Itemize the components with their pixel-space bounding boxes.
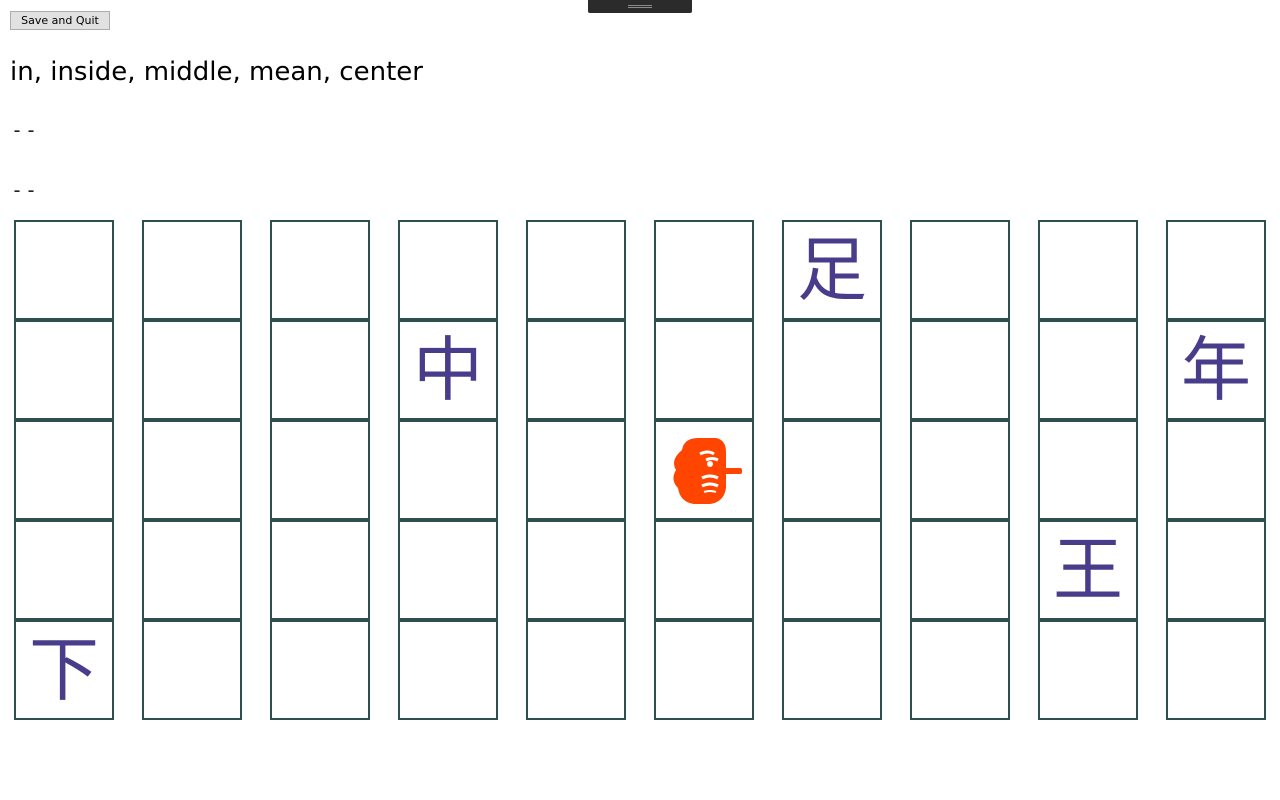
kanji-tile: 中	[413, 329, 483, 411]
onyomi-reading: --	[11, 118, 40, 142]
board-cell[interactable]	[654, 620, 754, 720]
board-cell[interactable]: 下	[14, 620, 114, 720]
board-cell[interactable]	[142, 220, 242, 320]
board-cell[interactable]	[782, 520, 882, 620]
board-cell[interactable]	[526, 520, 626, 620]
board-cell[interactable]	[910, 220, 1010, 320]
board-cell[interactable]	[526, 620, 626, 720]
kanji-tile: 下	[29, 629, 99, 711]
window-drag-handle[interactable]	[588, 0, 692, 13]
kanji-meaning-prompt: in, inside, middle, mean, center	[10, 57, 423, 87]
board-cell[interactable]	[782, 620, 882, 720]
board-cell[interactable]	[398, 520, 498, 620]
board-cell[interactable]	[398, 620, 498, 720]
board-cell[interactable]	[910, 320, 1010, 420]
board-cell[interactable]	[1166, 520, 1266, 620]
board-cell[interactable]	[142, 520, 242, 620]
board-cell[interactable]	[1166, 620, 1266, 720]
board-cell[interactable]	[270, 420, 370, 520]
board-cell[interactable]	[526, 320, 626, 420]
board-cell[interactable]	[398, 220, 498, 320]
board-cell[interactable]: 足	[782, 220, 882, 320]
kanji-tile: 王	[1053, 529, 1123, 611]
board-cell[interactable]	[14, 420, 114, 520]
board-cell[interactable]: 中	[398, 320, 498, 420]
board-cell[interactable]	[142, 320, 242, 420]
board-cell[interactable]	[270, 220, 370, 320]
board-cell[interactable]	[526, 220, 626, 320]
board-cell[interactable]	[654, 420, 754, 520]
board-cell[interactable]	[654, 320, 754, 420]
board-cell[interactable]	[14, 320, 114, 420]
board-cell[interactable]	[782, 420, 882, 520]
board-cell[interactable]	[910, 520, 1010, 620]
kanji-tile: 年	[1181, 329, 1251, 411]
board-cell[interactable]	[782, 320, 882, 420]
board-cell[interactable]	[142, 620, 242, 720]
grip-line-icon	[628, 7, 652, 8]
kunyomi-reading: --	[11, 178, 40, 202]
board-cell[interactable]: 年	[1166, 320, 1266, 420]
board-cell[interactable]	[910, 620, 1010, 720]
tengu-icon	[671, 436, 744, 506]
kanji-tile: 足	[797, 229, 867, 311]
board-cell[interactable]	[1166, 220, 1266, 320]
board-cell[interactable]	[398, 420, 498, 520]
board-cell[interactable]	[270, 620, 370, 720]
grip-line-icon	[628, 5, 652, 6]
board-cell[interactable]	[14, 520, 114, 620]
board-cell[interactable]	[1038, 620, 1138, 720]
board-cell[interactable]	[1038, 320, 1138, 420]
board-cell[interactable]	[1038, 220, 1138, 320]
board-cell[interactable]	[270, 520, 370, 620]
board-cell[interactable]	[142, 420, 242, 520]
board-cell[interactable]	[1166, 420, 1266, 520]
board-cell[interactable]	[14, 220, 114, 320]
board-cell[interactable]	[270, 320, 370, 420]
board-cell[interactable]	[654, 220, 754, 320]
save-and-quit-button[interactable]: Save and Quit	[10, 11, 110, 30]
board-cell[interactable]	[654, 520, 754, 620]
board-cell[interactable]: 王	[1038, 520, 1138, 620]
board-cell[interactable]	[910, 420, 1010, 520]
board-cell[interactable]	[1038, 420, 1138, 520]
board-cell[interactable]	[526, 420, 626, 520]
